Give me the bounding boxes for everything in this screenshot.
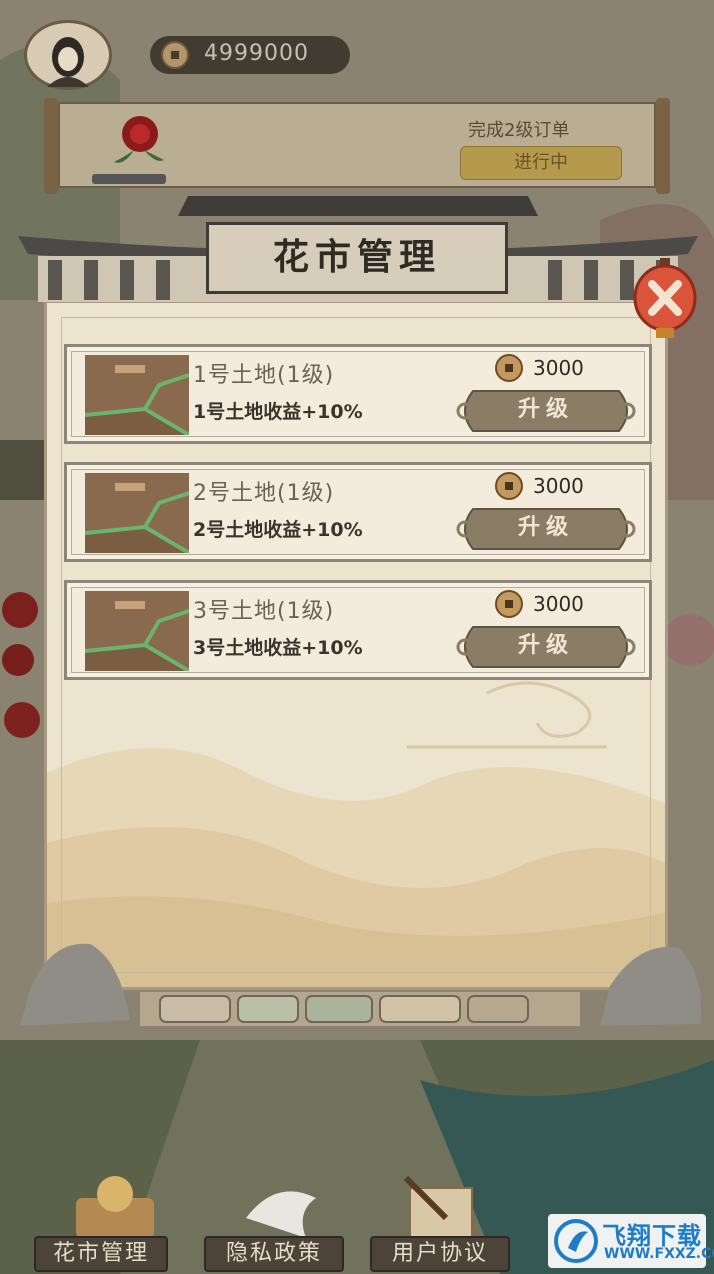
land-name: 2号土地(1级) (193, 481, 335, 506)
land-row-3: 3号土地(1级) 3号土地收益+10% 3000 升级 (64, 580, 652, 680)
upgrade-button[interactable]: 升级 (453, 387, 639, 435)
dove-icon (246, 1191, 316, 1238)
copper-coin-icon (495, 590, 523, 618)
watermark-url: WWW.FXXZ.COM (604, 1246, 714, 1262)
land-bonus: 1号土地收益+10% (193, 401, 363, 423)
order-description: 完成2级订单 (468, 120, 570, 141)
scroll-brush-icon (403, 1175, 473, 1239)
order-status-button[interactable]: 进行中 (460, 146, 622, 180)
farmland-thumbnail (85, 591, 189, 671)
upgrade-button[interactable]: 升级 (453, 505, 639, 553)
nav-user-agreement[interactable]: 用户协议 (370, 1236, 510, 1272)
nav-flower-market[interactable]: 花市管理 (34, 1236, 168, 1272)
scroll-rod-right (656, 98, 670, 194)
land-name: 3号土地(1级) (193, 599, 335, 624)
site-watermark: 飞翔下载 WWW.FXXZ.COM (548, 1214, 714, 1268)
land-row-2: 2号土地(1级) 2号土地收益+10% 3000 升级 (64, 462, 652, 562)
rose-icon (114, 116, 164, 163)
stone-base (20, 943, 702, 1026)
copper-coin-icon (495, 472, 523, 500)
scroll-rod-left (44, 98, 58, 194)
land-name: 1号土地(1级) (193, 363, 335, 388)
close-lantern-icon (633, 258, 697, 338)
land-bonus: 3号土地收益+10% (193, 637, 363, 659)
flower-label-bar (92, 174, 166, 184)
upgrade-button[interactable]: 升级 (453, 623, 639, 671)
copper-coin-icon (161, 41, 189, 69)
coin-amount: 4999000 (204, 41, 309, 66)
coin-balance: 4999000 (150, 36, 350, 74)
land-bonus: 2号土地收益+10% (193, 519, 363, 541)
flower-cart-icon (76, 1176, 154, 1238)
cost-value: 3000 (533, 474, 584, 498)
upgrade-button-label: 升级 (517, 397, 574, 422)
cost-value: 3000 (533, 592, 584, 616)
close-button[interactable] (632, 258, 698, 340)
avatar-portrait-icon (47, 37, 89, 87)
upgrade-button-label: 升级 (517, 515, 574, 540)
dialog-title: 花市管理 (272, 237, 441, 278)
fxxz-logo-icon (554, 1219, 598, 1263)
upgrade-button-label: 升级 (517, 633, 574, 658)
farmland-thumbnail (85, 355, 189, 435)
cost-value: 3000 (533, 356, 584, 380)
order-panel: 完成2级订单 进行中 (44, 98, 670, 194)
title-plate: 花市管理 (206, 222, 508, 294)
land-row-1: 1号土地(1级) 1号土地收益+10% 3000 升级 (64, 344, 652, 444)
farmland-thumbnail (85, 473, 189, 553)
nav-privacy-policy[interactable]: 隐私政策 (204, 1236, 344, 1272)
copper-coin-icon (495, 354, 523, 382)
player-avatar[interactable] (24, 20, 112, 90)
